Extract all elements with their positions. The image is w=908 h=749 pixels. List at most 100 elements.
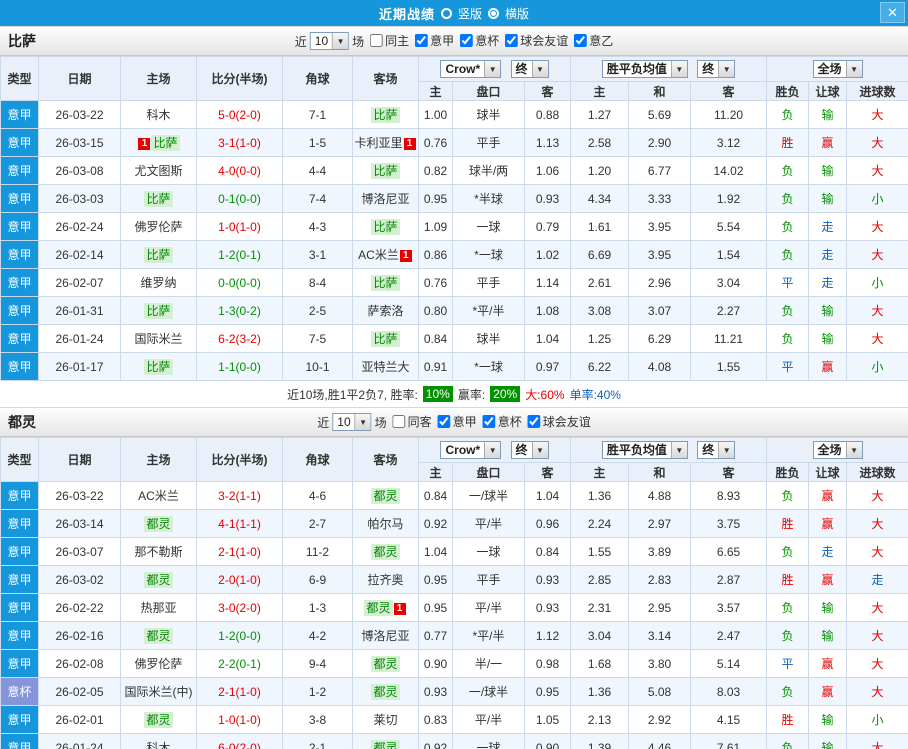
corner-cell: 2-7	[282, 509, 353, 538]
col-away: 客场	[352, 56, 419, 101]
handicap-cell: 平手	[452, 128, 525, 157]
date-cell: 26-03-14	[38, 509, 121, 538]
team: 尤文图斯	[134, 164, 183, 178]
focus-team: 比萨	[151, 135, 180, 151]
match-count-select[interactable]: 10 ▼	[332, 413, 372, 431]
odds-away-cell: 1.12	[524, 621, 571, 650]
filter-option[interactable]: 同主	[364, 32, 409, 49]
filter-checkbox-group: 同客 意甲 意杯 球会友谊	[387, 413, 591, 431]
odds-home-cell: 0.76	[418, 268, 453, 297]
avg-odds-select[interactable]: 胜平负均值 ▼	[601, 60, 688, 78]
filter-option[interactable]: 球会友谊	[499, 32, 568, 49]
away-team-cell: 比萨	[352, 100, 419, 129]
filter-option[interactable]: 意杯	[454, 32, 499, 49]
full-match-select[interactable]: 全场 ▼	[812, 441, 863, 459]
avg-home-cell: 1.55	[570, 537, 629, 566]
away-team-cell: 都灵	[352, 733, 419, 749]
type-cell: 意甲	[0, 509, 39, 538]
corner-cell: 7-5	[282, 324, 353, 353]
avg-away-cell: 3.12	[689, 128, 768, 157]
odds-away-cell: 0.93	[524, 184, 571, 213]
match-row: 意甲 26-02-08 佛罗伦萨 2-2(0-1) 9-4 都灵 0.90 半/一 0.98 1.…	[0, 649, 908, 678]
filter-label: 意甲	[452, 415, 477, 429]
filter-checkbox[interactable]	[505, 34, 519, 47]
filter-label: 球会友谊	[520, 34, 569, 48]
avg-home-cell: 1.61	[570, 212, 629, 241]
filter-option[interactable]: 意乙	[568, 32, 613, 49]
score-cell: 1-2(0-0)	[196, 621, 283, 650]
col-away: 客场	[352, 437, 419, 482]
handicap-cell: 平/半	[452, 593, 525, 622]
focus-team: 都灵	[364, 600, 393, 616]
type-cell: 意甲	[0, 184, 39, 213]
horizontal-layout-radio[interactable]	[488, 7, 499, 19]
score-cell: 0-1(0-0)	[196, 184, 283, 213]
filter-checkbox[interactable]	[460, 34, 474, 47]
final-odds-select[interactable]: 终 ▼	[510, 60, 549, 78]
let-goal-cell: 输	[808, 156, 848, 185]
avg-draw-cell: 3.07	[628, 296, 691, 325]
stats-summary: 近10场,胜1平2负7, 胜率: 10% 赢率: 20% 大:60% 单率:40…	[0, 381, 908, 407]
filter-checkbox[interactable]	[415, 34, 429, 47]
match-row: 意甲 26-01-24 科木 6-0(2-0) 2-1 都灵 0.92 一球 0.90 1.39 4…	[0, 733, 908, 749]
final-avg-select[interactable]: 终 ▼	[697, 441, 736, 459]
avg-away-cell: 8.03	[689, 677, 768, 706]
match-row: 意甲 26-03-02 都灵 2-0(1-0) 6-9 拉齐奥 0.95 平手 0.93 2.85…	[0, 565, 908, 594]
away-team-cell: AC米兰 1	[352, 240, 419, 269]
avg-home-cell: 1.25	[570, 324, 629, 353]
big-rate: 大:60%	[525, 387, 565, 402]
horizontal-layout-label[interactable]: 横版	[505, 5, 529, 22]
col-home: 主场	[120, 437, 197, 482]
filter-option[interactable]: 意甲	[432, 413, 477, 430]
odds-home-cell: 0.95	[418, 593, 453, 622]
score-cell: 1-0(1-0)	[196, 212, 283, 241]
col-avg-away: 客	[689, 81, 768, 101]
filter-option[interactable]: 同客	[387, 413, 432, 430]
handicap-cell: *一球	[452, 352, 525, 381]
corner-cell: 8-4	[282, 268, 353, 297]
section-header-torino: 都灵 近 10 ▼ 场 同客 意甲 意杯 球会友谊	[0, 407, 908, 437]
score-cell: 5-0(2-0)	[196, 100, 283, 129]
company-select[interactable]: Crow* ▼	[440, 60, 502, 78]
close-icon[interactable]: ✕	[880, 2, 905, 23]
vertical-layout-label[interactable]: 竖版	[458, 5, 482, 22]
filter-option[interactable]: 意杯	[477, 413, 522, 430]
focus-team: 都灵	[371, 656, 400, 672]
full-match-select[interactable]: 全场 ▼	[812, 60, 863, 78]
let-goal-cell: 输	[808, 324, 848, 353]
corner-cell: 7-1	[282, 100, 353, 129]
match-count-select[interactable]: 10 ▼	[309, 32, 350, 50]
filter-checkbox[interactable]	[482, 415, 496, 428]
filter-option[interactable]: 意甲	[409, 32, 454, 49]
col-type: 类型	[0, 56, 39, 101]
company-select[interactable]: Crow* ▼	[440, 441, 502, 459]
dropdown-arrow-icon: ▼	[718, 442, 735, 458]
score-cell: 3-0(2-0)	[196, 593, 283, 622]
filter-option[interactable]: 球会友谊	[522, 413, 591, 430]
corner-cell: 3-8	[282, 705, 353, 734]
avg-odds-select[interactable]: 胜平负均值 ▼	[601, 441, 688, 459]
avg-away-cell: 8.93	[689, 481, 768, 510]
match-row: 意甲 26-03-15 1 比萨 3-1(1-0) 1-5 卡利亚里 1 0.76 平手 1.13 2…	[0, 128, 908, 157]
avg-away-cell: 2.27	[689, 296, 768, 325]
filter-checkbox[interactable]	[527, 415, 541, 428]
score-cell: 2-2(0-1)	[196, 649, 283, 678]
focus-team: 比萨	[371, 107, 400, 123]
final-odds-select[interactable]: 终 ▼	[510, 441, 549, 459]
odds-away-cell: 0.95	[524, 677, 571, 706]
corner-cell: 4-2	[282, 621, 353, 650]
scope-controls: 全场 ▼	[766, 56, 908, 82]
filter-checkbox[interactable]	[370, 34, 384, 47]
filter-checkbox[interactable]	[574, 34, 588, 47]
filter-checkbox[interactable]	[437, 415, 451, 428]
result-cell: 胜	[766, 705, 810, 734]
filter-label: 意甲	[430, 34, 455, 48]
team: 拉齐奥	[367, 573, 404, 587]
odds-home-cell: 1.09	[418, 212, 453, 241]
vertical-layout-radio[interactable]	[440, 7, 452, 19]
odds-away-cell: 1.04	[524, 481, 571, 510]
match-row: 意甲 26-02-14 比萨 1-2(0-1) 3-1 AC米兰 1 0.86 *一球 1.02 6…	[0, 240, 908, 269]
filter-checkbox[interactable]	[392, 415, 406, 428]
focus-team: 比萨	[371, 275, 400, 291]
final-avg-select[interactable]: 终 ▼	[697, 60, 736, 78]
